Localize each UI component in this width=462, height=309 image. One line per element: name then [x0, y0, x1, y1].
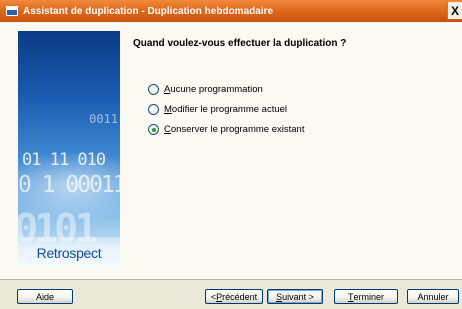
radio-button[interactable]	[148, 84, 159, 95]
previous-button[interactable]: < Précédent	[205, 289, 263, 304]
option-label: Aucune programmation	[164, 84, 263, 95]
radio-button-selected[interactable]	[148, 124, 159, 135]
cancel-button[interactable]: Annuler	[407, 289, 459, 304]
banner-digits-3: 0 1 00011	[18, 172, 120, 198]
window-title: Assistant de duplication - Duplication h…	[23, 5, 274, 17]
option-modify-schedule[interactable]: Modifier le programme actuel	[148, 104, 287, 115]
close-button[interactable]: X	[447, 2, 462, 19]
accelerator-key: C	[164, 124, 171, 135]
title-bar[interactable]: Assistant de duplication - Duplication h…	[0, 0, 462, 22]
wizard-content: 0011 01 11 010 0 1 00011 0101 Retrospect…	[0, 22, 462, 280]
retrospect-banner-image: 0011 01 11 010 0 1 00011 0101 Retrospect	[18, 31, 120, 267]
banner-digits-2: 01 11 010	[22, 150, 106, 170]
next-label: uivant >	[282, 291, 314, 302]
wizard-question: Quand voulez-vous effectuer la duplicati…	[133, 38, 347, 49]
banner-digits-1: 0011	[89, 112, 118, 126]
option-label-text: odifier le programme actuel	[171, 104, 288, 115]
radio-button[interactable]	[148, 104, 159, 115]
retrospect-logo: Retrospect	[36, 245, 102, 261]
finish-button[interactable]: Terminer	[334, 289, 398, 304]
previous-label: récédent	[222, 291, 258, 302]
next-button[interactable]: Suivant >	[267, 289, 323, 304]
option-label-text: onserver le programme existant	[170, 124, 305, 135]
option-label: Conserver le programme existant	[164, 124, 304, 135]
option-label: Modifier le programme actuel	[164, 104, 287, 115]
option-label-text: ucune programmation	[170, 84, 263, 95]
accelerator-key: M	[164, 104, 172, 115]
window-icon	[6, 6, 18, 16]
help-button[interactable]: Aide	[17, 289, 73, 304]
finish-label: erminer	[353, 291, 384, 302]
wizard-window: Assistant de duplication - Duplication h…	[0, 0, 462, 309]
option-keep-schedule[interactable]: Conserver le programme existant	[148, 124, 304, 135]
option-no-schedule[interactable]: Aucune programmation	[148, 84, 263, 95]
